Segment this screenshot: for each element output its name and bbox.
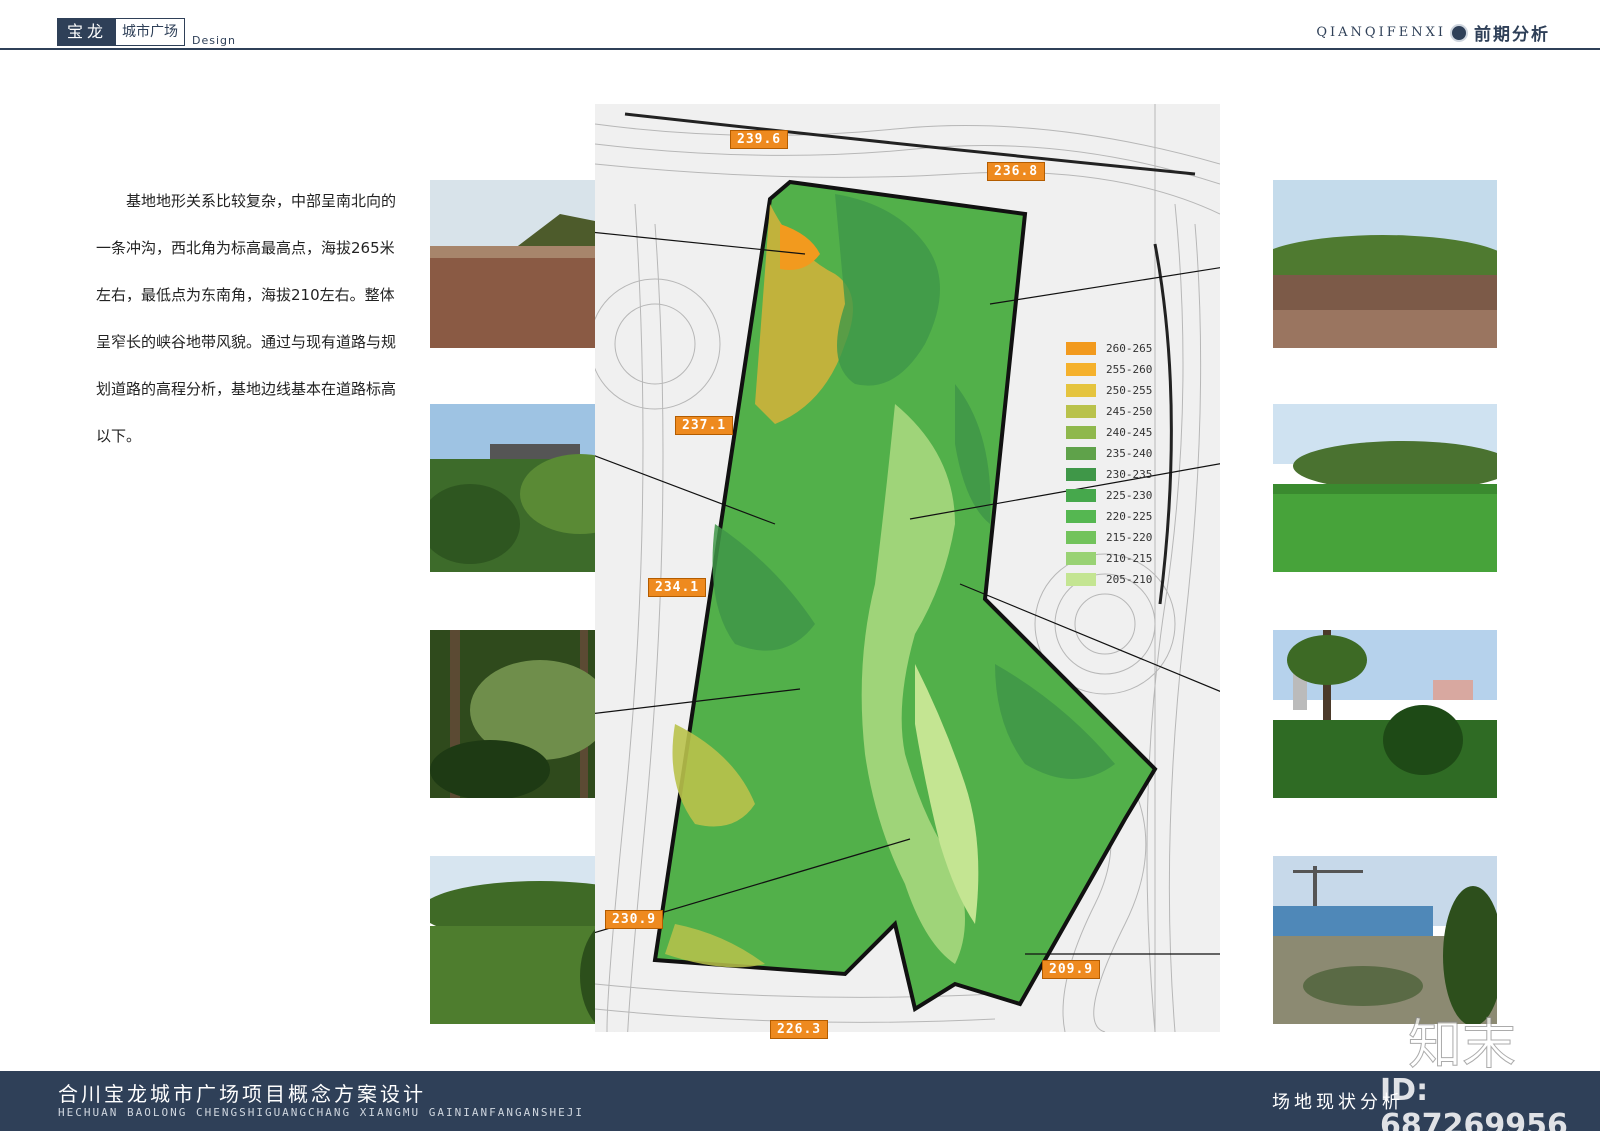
legend-row: 220-225 — [1066, 506, 1152, 527]
legend-label: 250-255 — [1106, 384, 1153, 397]
watermark-logo: 知末 — [1408, 1013, 1517, 1077]
site-photo-6 — [1273, 404, 1497, 572]
legend-swatch — [1066, 510, 1096, 523]
legend-swatch — [1066, 384, 1096, 397]
brand-logo: 宝龙 城市广场 — [57, 18, 186, 46]
legend-swatch — [1066, 447, 1096, 460]
legend-label: 245-250 — [1106, 405, 1153, 418]
elevation-label: 236.8 — [987, 162, 1046, 181]
elevation-label: 230.9 — [605, 910, 664, 929]
legend-swatch — [1066, 468, 1096, 481]
legend-swatch — [1066, 489, 1096, 502]
legend-swatch — [1066, 573, 1096, 586]
section-title-cn: 前期分析 — [1474, 25, 1550, 45]
legend-swatch — [1066, 552, 1096, 565]
legend-row: 250-255 — [1066, 380, 1152, 401]
legend-swatch — [1066, 405, 1096, 418]
elevation-label: 237.1 — [675, 416, 734, 435]
legend-label: 235-240 — [1106, 447, 1153, 460]
legend-label: 260-265 — [1106, 342, 1153, 355]
brand-subtitle: 城市广场 — [116, 19, 185, 45]
legend-row: 225-230 — [1066, 485, 1152, 506]
legend-row: 215-220 — [1066, 527, 1152, 548]
legend-label: 210-215 — [1106, 552, 1153, 565]
legend-label: 220-225 — [1106, 510, 1153, 523]
legend-swatch — [1066, 531, 1096, 544]
site-photo-5 — [1273, 180, 1497, 348]
elevation-legend: 260-265 255-260 250-255 245-250 240-245 235-2… — [1066, 338, 1152, 590]
legend-row: 205-210 — [1066, 569, 1152, 590]
elevation-label: 226.3 — [770, 1020, 829, 1039]
legend-label: 215-220 — [1106, 531, 1153, 544]
legend-row: 235-240 — [1066, 443, 1152, 464]
project-subtitle: HECHUAN BAOLONG CHENGSHIGUANGCHANG XIANG… — [58, 1106, 584, 1119]
legend-label: 230-235 — [1106, 468, 1153, 481]
legend-row: 230-235 — [1066, 464, 1152, 485]
legend-row: 240-245 — [1066, 422, 1152, 443]
brand-design-label: Design — [192, 34, 236, 47]
site-photo-8 — [1273, 856, 1497, 1024]
elevation-label: 239.6 — [730, 130, 789, 149]
project-title: 合川宝龙城市广场项目概念方案设计 — [58, 1082, 426, 1106]
elevation-label: 234.1 — [648, 578, 707, 597]
section-header: QIANQIFENXI 前期分析 — [1316, 20, 1550, 45]
legend-label: 255-260 — [1106, 363, 1153, 376]
legend-row: 210-215 — [1066, 548, 1152, 569]
header-divider — [0, 48, 1600, 50]
legend-label: 225-230 — [1106, 489, 1153, 502]
site-description: 基地地形关系比较复杂，中部呈南北向的一条冲沟，西北角为标高最高点，海拔265米左… — [96, 178, 396, 460]
brand-name: 宝龙 — [58, 19, 117, 45]
legend-swatch — [1066, 342, 1096, 355]
legend-swatch — [1066, 426, 1096, 439]
description-paragraph: 基地地形关系比较复杂，中部呈南北向的一条冲沟，西北角为标高最高点，海拔265米左… — [96, 192, 397, 445]
legend-row: 260-265 — [1066, 338, 1152, 359]
site-photo-7 — [1273, 630, 1497, 798]
legend-label: 240-245 — [1106, 426, 1153, 439]
watermark-id: ID: 687269956 — [1380, 1073, 1568, 1143]
legend-label: 205-210 — [1106, 573, 1153, 586]
legend-row: 255-260 — [1066, 359, 1152, 380]
legend-row: 245-250 — [1066, 401, 1152, 422]
elevation-label: 209.9 — [1042, 960, 1101, 979]
section-dot-icon — [1450, 23, 1468, 42]
legend-swatch — [1066, 363, 1096, 376]
section-title-en: QIANQIFENXI — [1316, 25, 1446, 40]
